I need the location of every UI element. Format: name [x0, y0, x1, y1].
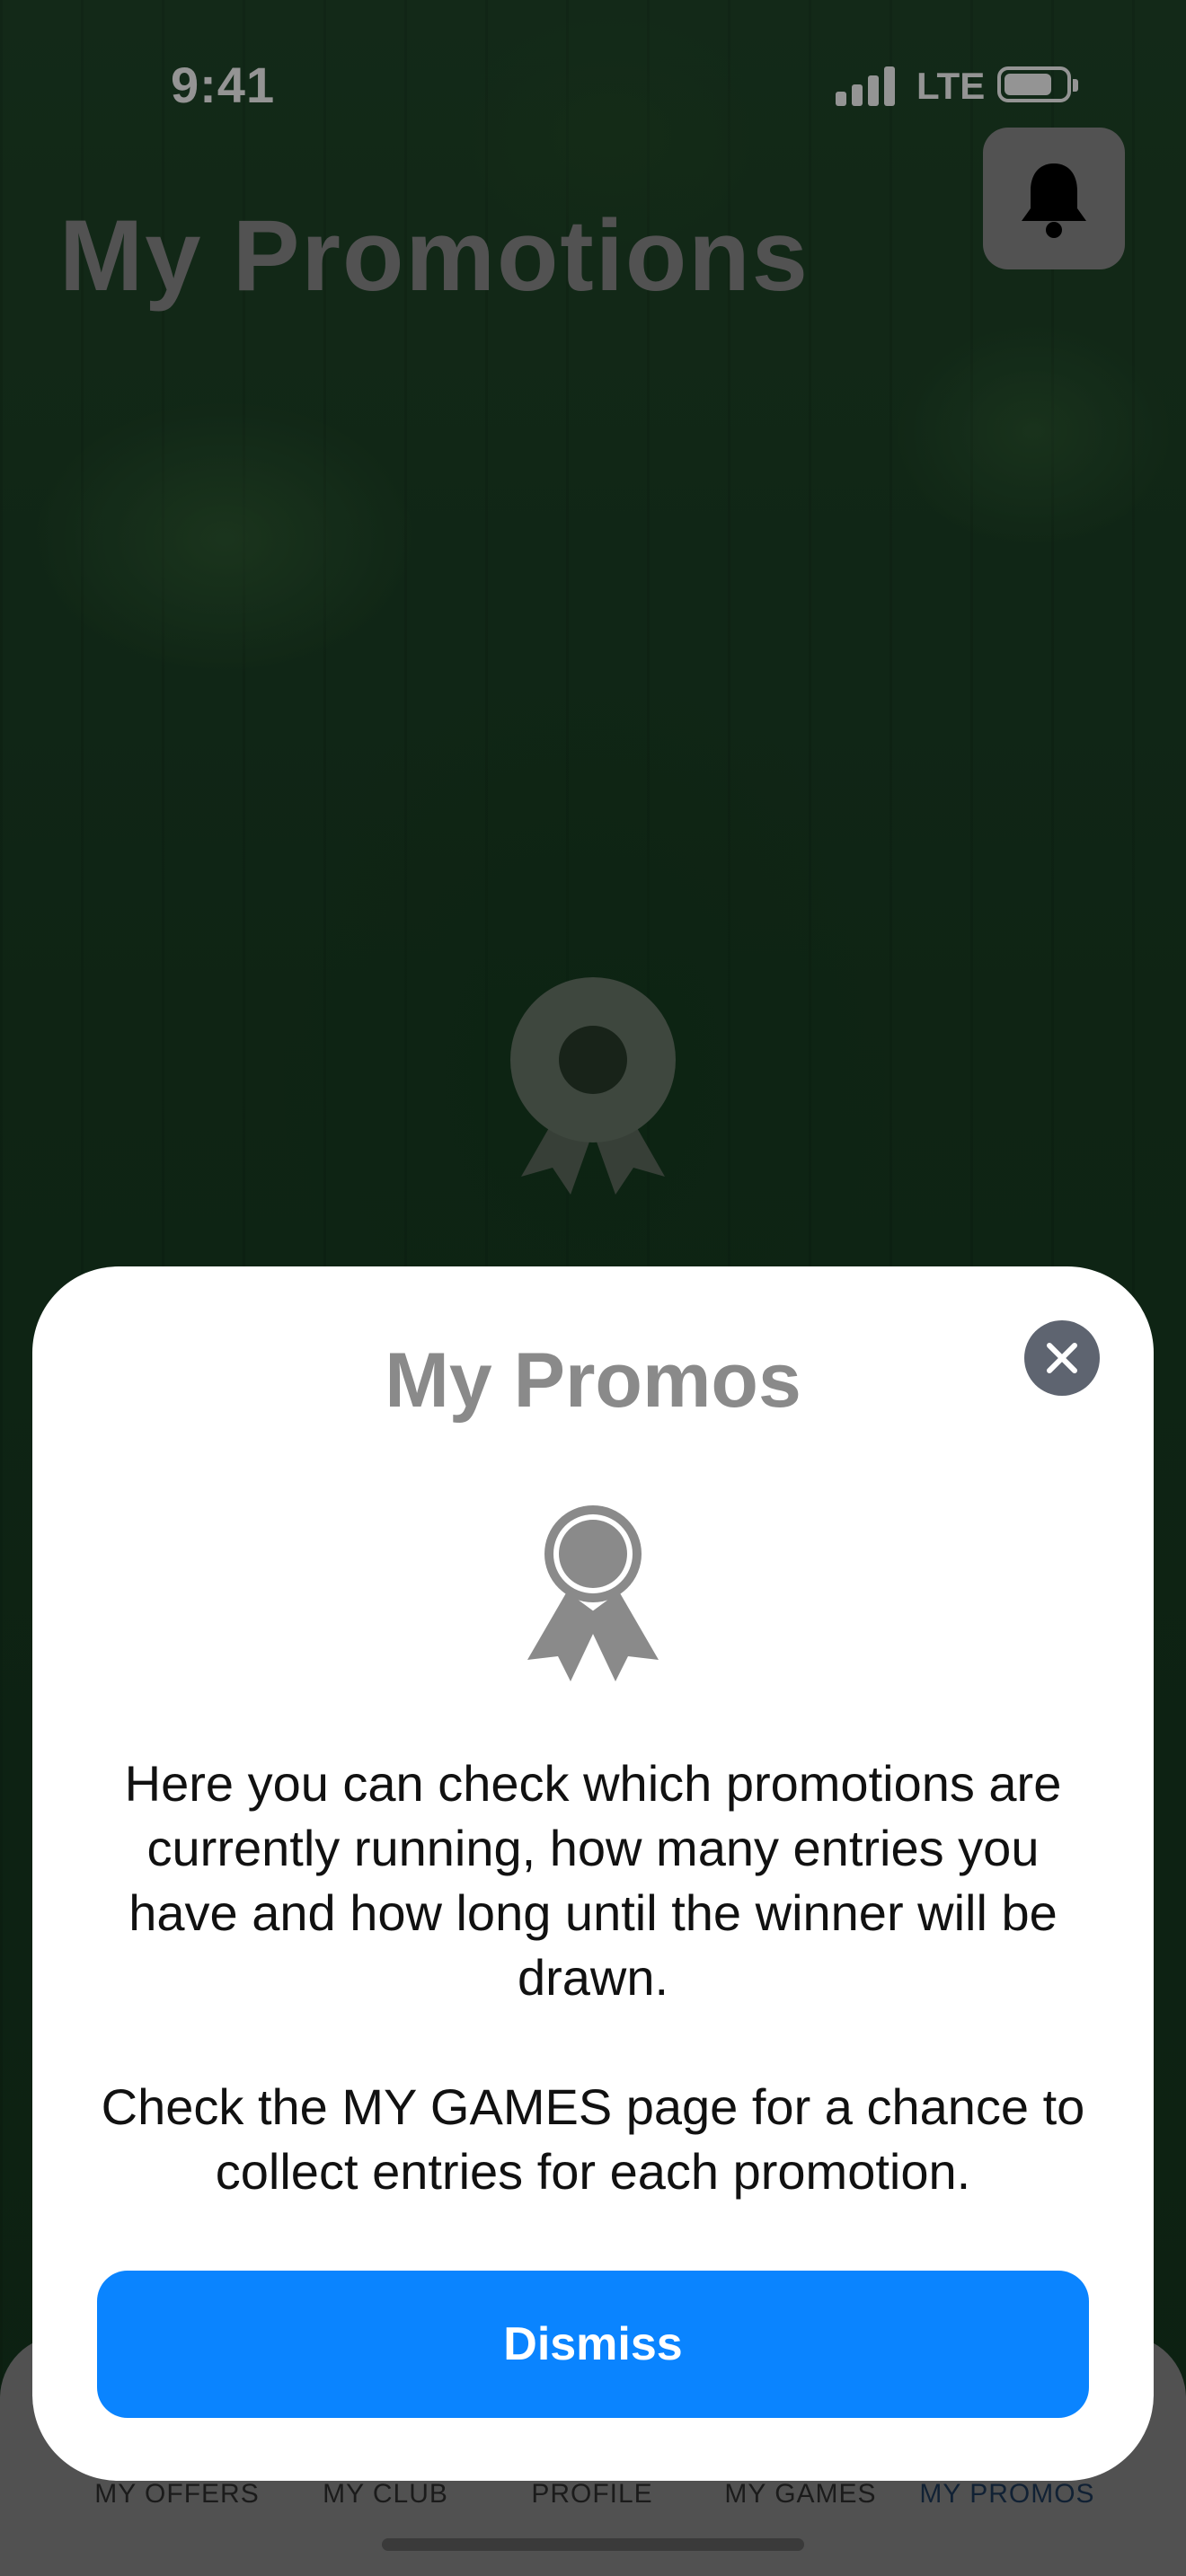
- dismiss-button[interactable]: Dismiss: [97, 2271, 1089, 2418]
- description-paragraph-2: Check the MY GAMES page for a chance to …: [101, 2078, 1085, 2200]
- description-paragraph-1: Here you can check which promotions are …: [124, 1755, 1062, 2006]
- sheet-description: Here you can check which promotions are …: [86, 1751, 1100, 2269]
- sheet-title: My Promos: [385, 1337, 801, 1424]
- home-indicator[interactable]: [382, 2538, 804, 2551]
- close-icon: [1047, 1343, 1077, 1373]
- close-button[interactable]: [1024, 1320, 1100, 1396]
- promo-info-sheet: My Promos Here you can check which promo…: [32, 1266, 1154, 2481]
- medal-icon: [527, 1505, 659, 1681]
